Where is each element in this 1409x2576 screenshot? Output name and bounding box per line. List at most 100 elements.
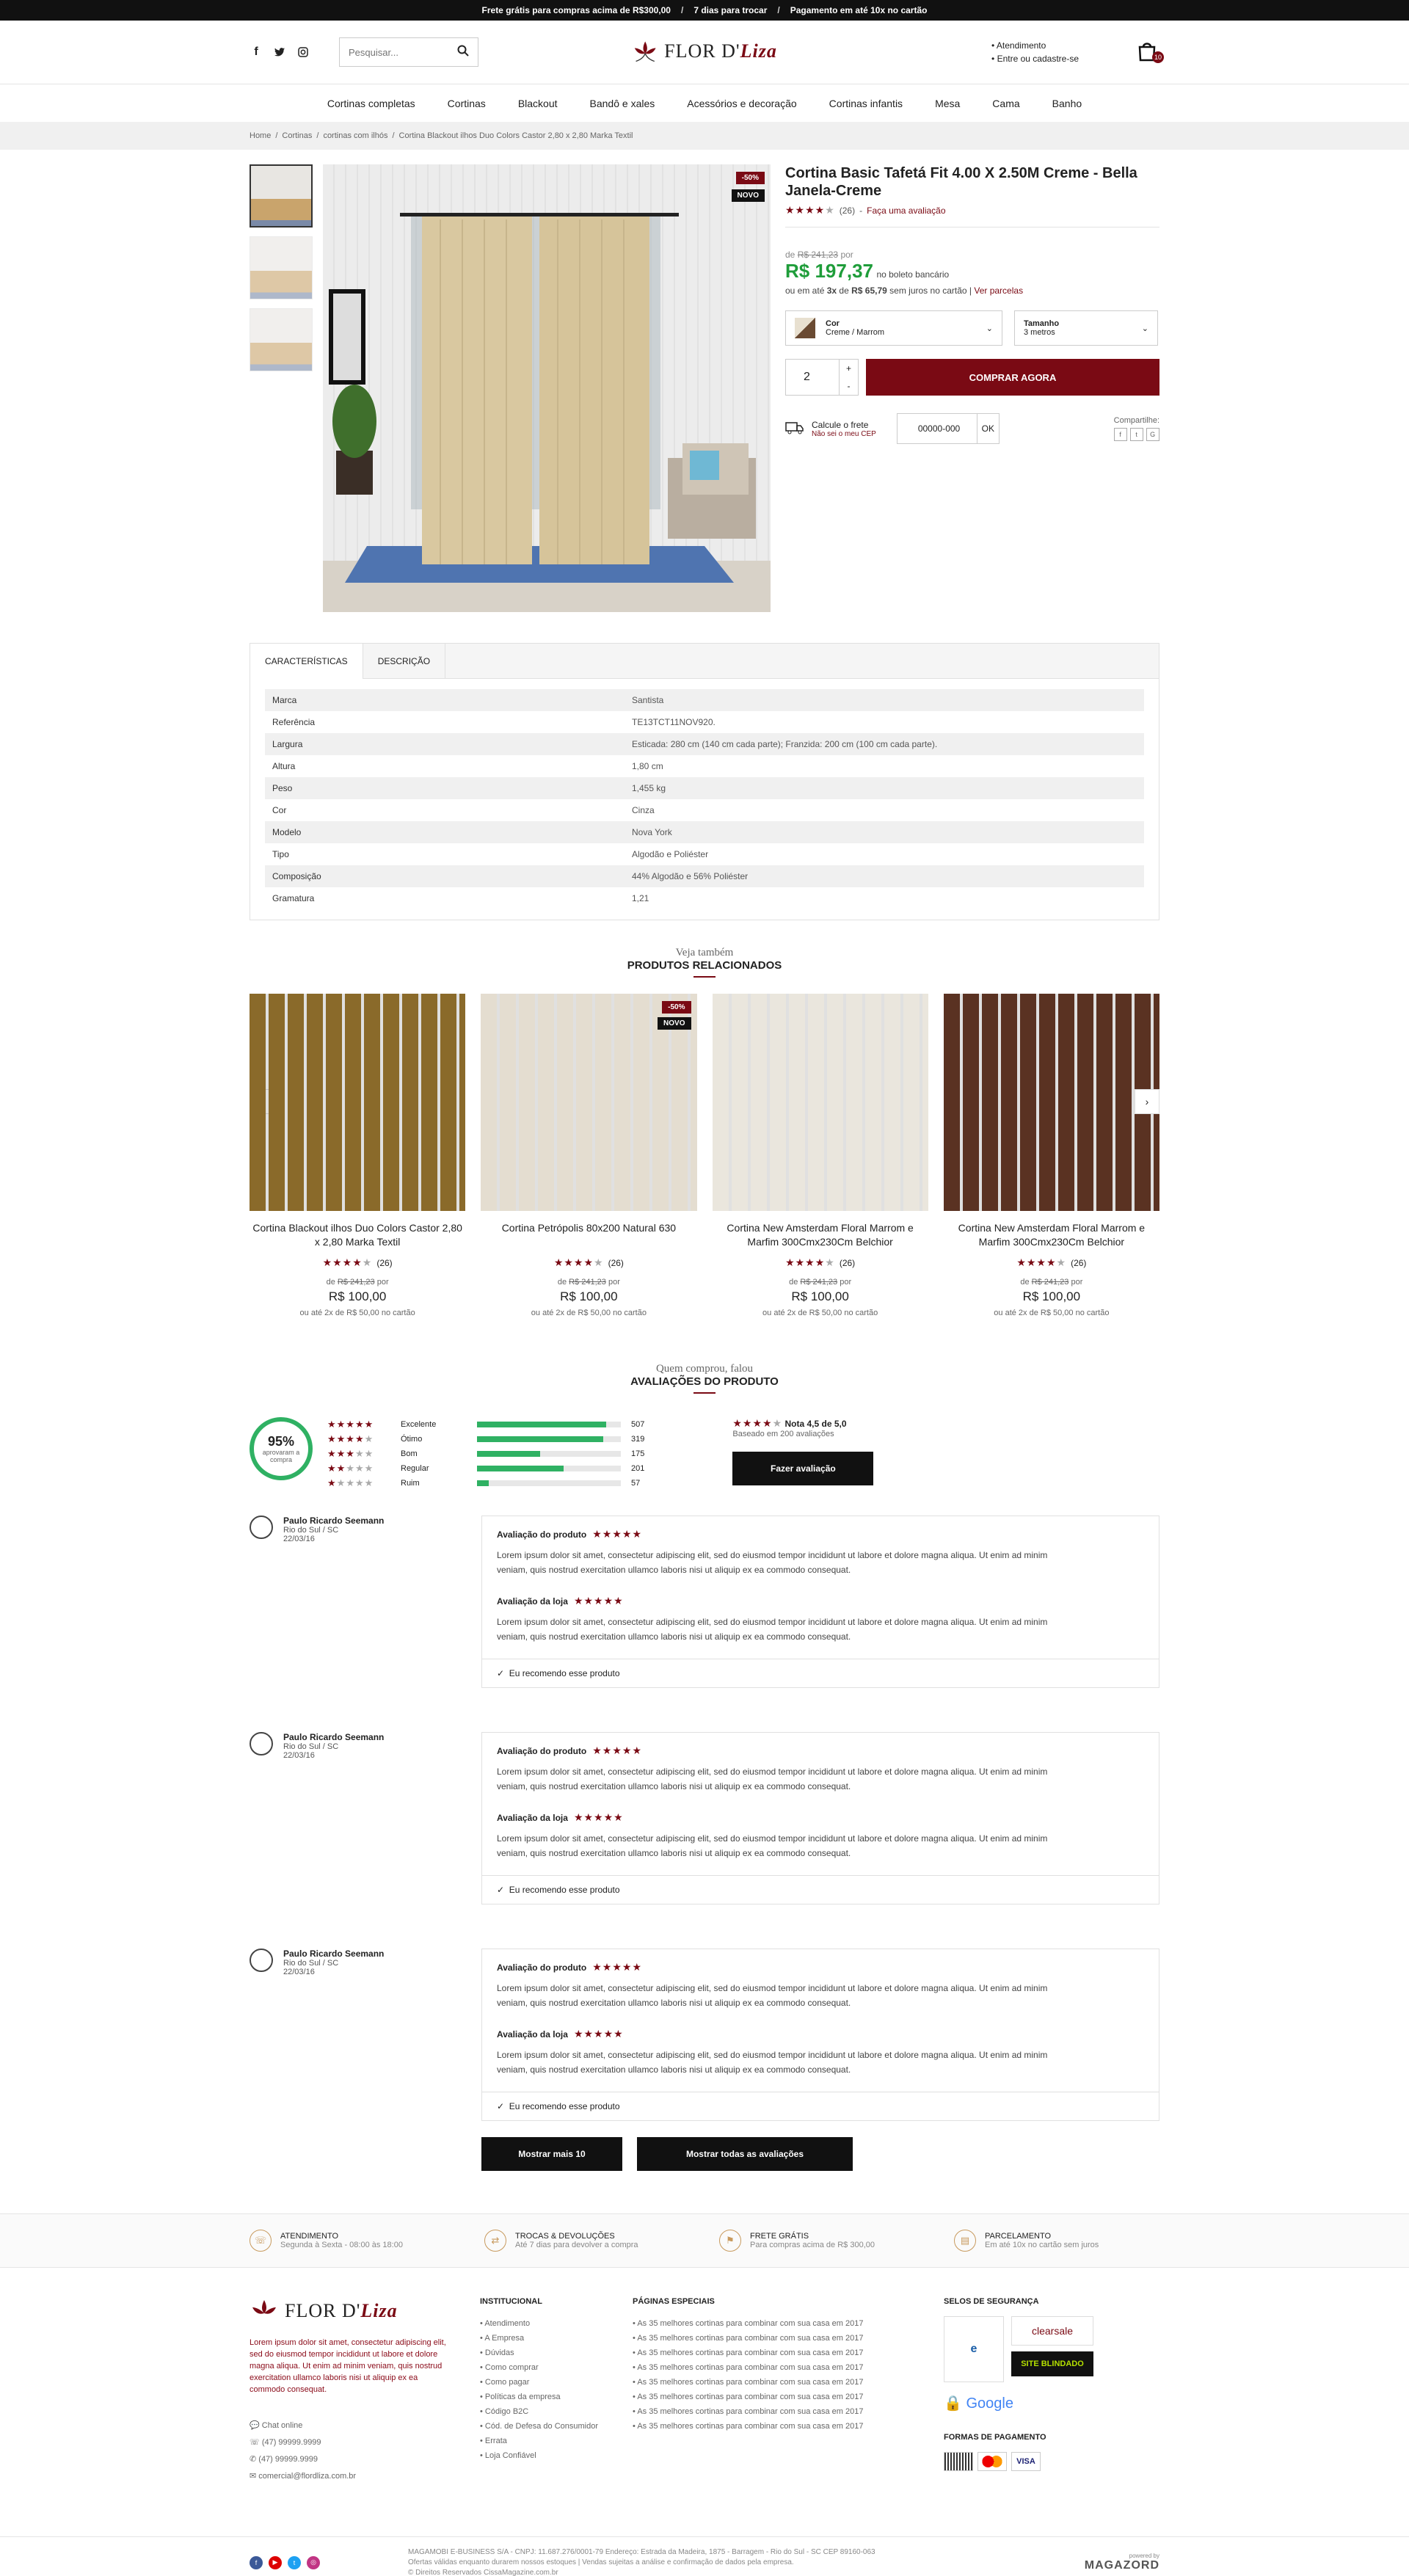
nav-item-cortinas[interactable]: Cortinas bbox=[448, 98, 486, 109]
support-link[interactable]: Atendimento bbox=[991, 39, 1079, 52]
share-facebook-icon[interactable]: f bbox=[1113, 428, 1127, 441]
nav-item-cama[interactable]: Cama bbox=[992, 98, 1019, 109]
related-product-card[interactable]: Cortina New Amsterdam Floral Marrom e Ma… bbox=[943, 994, 1159, 1317]
cart-button[interactable]: 10 bbox=[1137, 41, 1164, 63]
related-product-name[interactable]: Cortina Blackout ilhos Duo Colors Castor… bbox=[250, 1221, 465, 1249]
product-thumbnail[interactable] bbox=[250, 164, 313, 228]
footer-link[interactable]: As 35 melhores cortinas para combinar co… bbox=[633, 2316, 944, 2331]
tab-descricao[interactable]: DESCRIÇÃO bbox=[363, 644, 446, 678]
product-main-image[interactable]: -50% NOVO bbox=[323, 164, 771, 612]
magazord-logo[interactable]: powered by MAGAZORD bbox=[1085, 2553, 1159, 2572]
nav-item-banho[interactable]: Banho bbox=[1052, 98, 1082, 109]
youtube-icon[interactable]: ▶ bbox=[269, 2555, 282, 2569]
ebit-seal[interactable]: e bbox=[944, 2316, 1004, 2382]
share-twitter-icon[interactable]: t bbox=[1129, 428, 1143, 441]
login-link[interactable]: Entre ou cadastre-se bbox=[991, 52, 1079, 65]
price: R$ 197,37 bbox=[785, 260, 873, 282]
quantity-stepper[interactable]: 2 + - bbox=[785, 359, 859, 396]
site-header: f FLOR D'Liza Atendimento Entre ou cadas… bbox=[250, 21, 1164, 84]
related-product-name[interactable]: Cortina Petrópolis 80x200 Natural 630 bbox=[481, 1221, 696, 1249]
footer-link[interactable]: Cód. de Defesa do Consumidor bbox=[480, 2419, 633, 2434]
twitter-icon[interactable] bbox=[273, 46, 286, 59]
nav-item-bando-xales[interactable]: Bandô e xales bbox=[590, 98, 655, 109]
carousel-next-arrow[interactable]: › bbox=[1135, 1089, 1159, 1114]
footer-link[interactable]: Loja Confiável bbox=[480, 2448, 633, 2463]
site-logo[interactable]: FLOR D'Liza bbox=[632, 38, 777, 65]
whatsapp-link[interactable]: ✆ (47) 99999.9999 bbox=[250, 2451, 480, 2468]
benefit-subtitle: Segunda à Sexta - 08:00 às 18:00 bbox=[280, 2241, 403, 2249]
instagram-icon[interactable] bbox=[296, 46, 310, 59]
related-product-name[interactable]: Cortina New Amsterdam Floral Marrom e Ma… bbox=[713, 1221, 928, 1249]
footer-link[interactable]: As 35 melhores cortinas para combinar co… bbox=[633, 2390, 944, 2404]
breadcrumb-ilhos[interactable]: cortinas com ilhós bbox=[323, 131, 387, 140]
footer-link[interactable]: As 35 melhores cortinas para combinar co… bbox=[633, 2419, 944, 2434]
footer-link[interactable]: Errata bbox=[480, 2434, 633, 2448]
phone-link[interactable]: ☏ (47) 99999.9999 bbox=[250, 2434, 480, 2451]
cep-field[interactable]: 00000-000 OK bbox=[896, 413, 1000, 444]
footer-link[interactable]: As 35 melhores cortinas para combinar co… bbox=[633, 2346, 944, 2360]
nav-item-acessorios[interactable]: Acessórios e decoração bbox=[687, 98, 796, 109]
cep-input[interactable]: 00000-000 bbox=[918, 423, 960, 434]
color-select[interactable]: Cor Creme / Marrom ⌄ bbox=[785, 310, 1002, 346]
show-more-button[interactable]: Mostrar mais 10 bbox=[481, 2137, 622, 2171]
facebook-icon[interactable]: f bbox=[250, 2555, 263, 2569]
related-product-image[interactable] bbox=[712, 994, 928, 1211]
unknown-cep-link[interactable]: Não sei o meu CEP bbox=[812, 430, 876, 438]
footer-link[interactable]: Dúvidas bbox=[480, 2346, 633, 2360]
nav-item-cortinas-completas[interactable]: Cortinas completas bbox=[327, 98, 415, 109]
product-thumbnail[interactable] bbox=[250, 236, 313, 299]
related-product-card[interactable]: -50% NOVO Cortina Petrópolis 80x200 Natur… bbox=[481, 994, 697, 1317]
show-all-reviews-button[interactable]: Mostrar todas as avaliações bbox=[637, 2137, 853, 2171]
review-box: Avaliação do produto ★★★★★ Lorem ipsum do… bbox=[481, 1516, 1159, 1688]
benefit-icon: ▤ bbox=[954, 2230, 976, 2252]
footer-link[interactable]: Código B2C bbox=[480, 2404, 633, 2419]
review-box: Avaliação do produto ★★★★★ Lorem ipsum do… bbox=[481, 1949, 1159, 2121]
related-product-image[interactable] bbox=[250, 994, 466, 1211]
chat-link[interactable]: 💬 Chat online bbox=[250, 2417, 480, 2434]
footer-link[interactable]: Como comprar bbox=[480, 2360, 633, 2375]
email-link[interactable]: ✉ comercial@flordliza.com.br bbox=[250, 2468, 480, 2485]
nav-item-infantis[interactable]: Cortinas infantis bbox=[829, 98, 903, 109]
footer-link[interactable]: Como pagar bbox=[480, 2375, 633, 2390]
footer-link[interactable]: As 35 melhores cortinas para combinar co… bbox=[633, 2360, 944, 2375]
clearsale-seal[interactable]: clearsale bbox=[1011, 2316, 1093, 2346]
quantity-plus[interactable]: + bbox=[846, 363, 851, 374]
facebook-icon[interactable]: f bbox=[250, 46, 263, 59]
promo-exchange: 7 dias para trocar bbox=[693, 5, 768, 15]
related-product-image[interactable]: -50% NOVO bbox=[481, 994, 697, 1211]
breadcrumb-home[interactable]: Home bbox=[250, 131, 271, 140]
instagram-icon[interactable]: ◎ bbox=[307, 2555, 320, 2569]
site-blindado-seal[interactable]: SITE BLINDADO bbox=[1011, 2351, 1093, 2376]
google-safe-seal[interactable]: 🔒 Google bbox=[944, 2394, 1093, 2412]
footer-link[interactable]: A Empresa bbox=[480, 2331, 633, 2346]
footer-link[interactable]: Políticas da empresa bbox=[480, 2390, 633, 2404]
twitter-icon[interactable]: t bbox=[288, 2555, 301, 2569]
rating-bar-row: ★★★★★ Ruim 57 bbox=[327, 1476, 644, 1491]
size-select[interactable]: Tamanho 3 metros ⌄ bbox=[1014, 310, 1158, 346]
product-thumbnail[interactable] bbox=[250, 308, 313, 371]
view-installments-link[interactable]: Ver parcelas bbox=[974, 285, 1023, 296]
tab-caracteristicas[interactable]: CARACTERÍSTICAS bbox=[250, 644, 363, 679]
related-product-card[interactable]: Cortina Blackout ilhos Duo Colors Castor… bbox=[250, 994, 466, 1317]
footer-link[interactable]: As 35 melhores cortinas para combinar co… bbox=[633, 2331, 944, 2346]
cep-ok-button[interactable]: OK bbox=[976, 414, 999, 443]
promo-shipping: Frete grátis para compras acima de R$300… bbox=[481, 5, 671, 15]
nav-item-blackout[interactable]: Blackout bbox=[518, 98, 558, 109]
related-product-name[interactable]: Cortina New Amsterdam Floral Marrom e Ma… bbox=[944, 1221, 1159, 1249]
make-review-button[interactable]: Fazer avaliação bbox=[732, 1452, 874, 1485]
nav-item-mesa[interactable]: Mesa bbox=[935, 98, 960, 109]
bottom-bar: f ▶ t ◎ MAGAMOBI E-BUSINESS S/A - CNPJ: … bbox=[0, 2536, 1409, 2576]
write-review-link[interactable]: Faça uma avaliação bbox=[867, 205, 945, 216]
buy-now-button[interactable]: COMPRAR AGORA bbox=[866, 359, 1159, 396]
breadcrumb-cortinas[interactable]: Cortinas bbox=[282, 131, 312, 140]
share-google-icon[interactable]: G bbox=[1146, 428, 1159, 441]
footer-link[interactable]: As 35 melhores cortinas para combinar co… bbox=[633, 2404, 944, 2419]
footer-link[interactable]: Atendimento bbox=[480, 2316, 633, 2331]
footer-logo[interactable]: FLOR D'Liza bbox=[250, 2297, 480, 2325]
quantity-minus[interactable]: - bbox=[848, 381, 851, 391]
related-product-image[interactable] bbox=[943, 994, 1159, 1211]
related-product-card[interactable]: Cortina New Amsterdam Floral Marrom e Ma… bbox=[712, 994, 928, 1317]
search-input[interactable] bbox=[349, 46, 444, 58]
search-icon[interactable] bbox=[457, 45, 469, 60]
footer-link[interactable]: As 35 melhores cortinas para combinar co… bbox=[633, 2375, 944, 2390]
